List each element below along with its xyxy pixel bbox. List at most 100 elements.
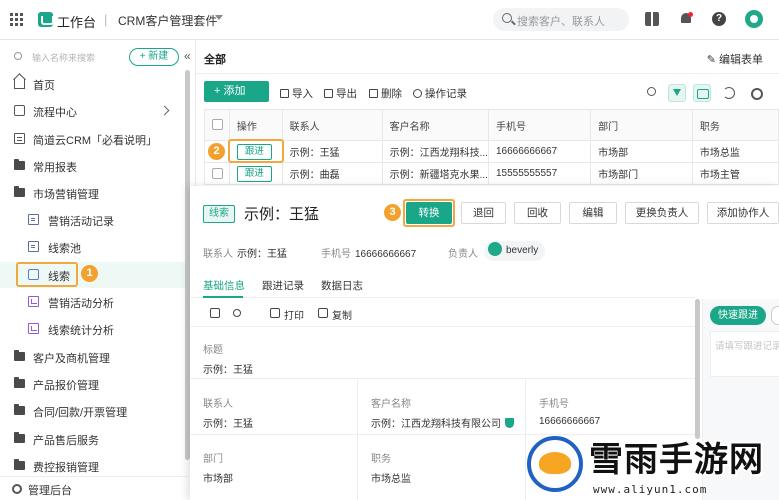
app-grid-icon[interactable] [10, 13, 23, 26]
column-header[interactable]: 手机号 [487, 109, 592, 141]
share-icon[interactable] [233, 309, 241, 317]
notification-bell-icon[interactable] [679, 12, 693, 26]
import-icon [280, 89, 289, 98]
sidebar-item-crm-guide[interactable]: 简道云CRM「必看说明」 [0, 126, 188, 152]
admin-link[interactable]: 管理后台 [0, 476, 188, 500]
operation-log-button[interactable]: 操作记录 [413, 86, 467, 101]
recycle-button[interactable]: 回收 [514, 202, 561, 224]
collapse-sidebar-icon[interactable]: « [184, 49, 191, 63]
refresh-icon[interactable] [720, 84, 738, 102]
sidebar-item-reports[interactable]: 常用报表 [0, 153, 188, 179]
table-row[interactable]: 跟进 示例：王猛 示例：江西龙翔科技... 16666666667 市场部 市场… [204, 140, 779, 163]
sidebar-item-contracts[interactable]: 合同/回款/开票管理 [0, 398, 188, 424]
copy-button[interactable]: 复制 [332, 307, 352, 322]
table-search-icon[interactable] [643, 84, 661, 102]
delete-button[interactable]: 删除 [369, 86, 402, 101]
sidebar-search-input[interactable]: 输入名称来搜索 [11, 48, 123, 66]
export-button[interactable]: 导出 [324, 86, 357, 101]
tab-data-log[interactable]: 数据日志 [321, 278, 363, 293]
sidebar: 输入名称来搜索 + 新建 « 首页 流程中心 简道云CRM「必看说明」 常用报表… [0, 40, 196, 500]
chart-icon [28, 296, 39, 307]
board-view-icon[interactable] [693, 84, 711, 102]
tab-follow-records[interactable]: 跟进记录 [262, 278, 304, 293]
edit-form-button[interactable]: ✎ 编辑表单 [707, 51, 763, 67]
follow-up-button[interactable]: 跟进 [236, 165, 272, 182]
column-header[interactable]: 职务 [691, 109, 779, 141]
sidebar-item-campaign-analysis[interactable]: 营销活动分析 [0, 289, 188, 315]
step-badge-1: 1 [81, 265, 98, 282]
sidebar-item-quotes[interactable]: 产品报价管理 [0, 371, 188, 397]
column-header[interactable]: 客户名称 [381, 109, 489, 141]
search-icon [14, 52, 22, 60]
new-button[interactable]: + 新建 [129, 48, 179, 66]
sidebar-item-after-sales[interactable]: 产品售后服务 [0, 426, 188, 452]
field-customer: 客户名称 示例：江西龙翔科技有限公司 [371, 395, 514, 430]
title-cell: 市场总监 [691, 140, 779, 163]
sidebar-item-marketing[interactable]: 市场营销管理 [0, 180, 188, 206]
follow-record-input[interactable]: 请填写跟进记录 [710, 331, 779, 377]
sidebar-item-label: 常用报表 [33, 162, 77, 174]
drawer-scrollbar[interactable] [695, 299, 700, 439]
select-all-cell[interactable] [204, 109, 230, 141]
quick-follow-toggle[interactable] [771, 306, 779, 325]
verified-icon [505, 418, 514, 428]
import-button[interactable]: 导入 [280, 86, 313, 101]
data-table: 操作 联系人 客户名称 手机号 部门 职务 跟进 示例：王猛 示例：江西龙翔科技… [204, 109, 779, 185]
meta-phone: 手机号 16666666667 [321, 245, 416, 260]
copy-icon[interactable] [318, 308, 328, 318]
table-header-row: 操作 联系人 客户名称 手机号 部门 职务 [204, 109, 779, 141]
settings-gear-icon[interactable] [747, 84, 765, 102]
sidebar-item-lead-pool[interactable]: 线索池 [0, 234, 188, 260]
print-button[interactable]: 打印 [284, 307, 304, 322]
sidebar-item-label: 营销活动分析 [48, 298, 114, 310]
add-collaborator-button[interactable]: 添加协作人 [707, 202, 779, 224]
owner-avatar [488, 242, 502, 256]
sidebar-item-customers[interactable]: 客户及商机管理 [0, 344, 188, 370]
return-button[interactable]: 退回 [461, 202, 506, 224]
select-all-checkbox[interactable] [212, 119, 223, 131]
column-header[interactable]: 联系人 [281, 109, 383, 141]
active-tab-indicator [203, 296, 243, 298]
owner-name: beverly [506, 245, 539, 256]
field-label: 客户名称 [371, 399, 411, 410]
view-title: 全部 [204, 54, 226, 66]
column-header[interactable]: 部门 [590, 109, 693, 141]
contact-cell: 示例：曲磊 [281, 162, 383, 185]
dept-cell: 市场部 [590, 140, 693, 163]
sidebar-item-expenses[interactable]: 费控报销管理 [0, 453, 188, 475]
chevron-down-icon[interactable] [215, 15, 223, 20]
row-select-cell[interactable] [204, 162, 230, 185]
quick-follow-button[interactable]: 快速跟进 [710, 306, 766, 325]
table-row[interactable]: 跟进 示例：曲磊 示例：新疆塔克水果... 15555555557 市场部门 市… [204, 162, 779, 185]
app-suite-title[interactable]: CRM客户管理套件 [118, 12, 217, 29]
sidebar-item-label: 费控报销管理 [33, 462, 99, 474]
field-value[interactable]: 示例：江西龙翔科技有限公司 [371, 419, 501, 430]
row-checkbox[interactable] [212, 167, 223, 179]
workbench-link[interactable]: 工作台 [57, 12, 96, 31]
user-avatar[interactable] [745, 10, 763, 28]
detail-toolbar: 打印 复制 [190, 299, 695, 327]
title-cell: 市场主管 [691, 162, 779, 185]
divider [357, 378, 358, 500]
sidebar-item-lead-stats[interactable]: 线索统计分析 [0, 316, 188, 342]
image-icon[interactable] [210, 308, 220, 318]
add-button[interactable]: + 添加 [204, 81, 269, 102]
home-icon [14, 78, 25, 89]
docs-icon[interactable] [645, 12, 659, 26]
sidebar-item-home[interactable]: 首页 [0, 71, 188, 97]
field-job: 职务 市场总监 [371, 450, 411, 485]
field-label: 标题 [203, 345, 223, 356]
print-icon[interactable] [270, 308, 280, 318]
change-owner-button[interactable]: 更换负责人 [625, 202, 699, 224]
global-search-input[interactable]: 搜索客户、联系人 [493, 8, 629, 31]
sidebar-item-process-center[interactable]: 流程中心 [0, 98, 188, 124]
meta-phone-key: 手机号 [321, 249, 351, 260]
filter-icon[interactable] [668, 84, 686, 102]
breadcrumb-separator: | [104, 12, 108, 27]
meta-owner: 负责人 [448, 245, 482, 260]
owner-pill[interactable]: beverly [484, 241, 546, 261]
tab-basic-info[interactable]: 基础信息 [203, 278, 245, 293]
edit-button[interactable]: 编辑 [569, 202, 617, 224]
help-icon[interactable]: ? [712, 12, 726, 26]
sidebar-item-campaign-records[interactable]: 营销活动记录 [0, 207, 188, 233]
